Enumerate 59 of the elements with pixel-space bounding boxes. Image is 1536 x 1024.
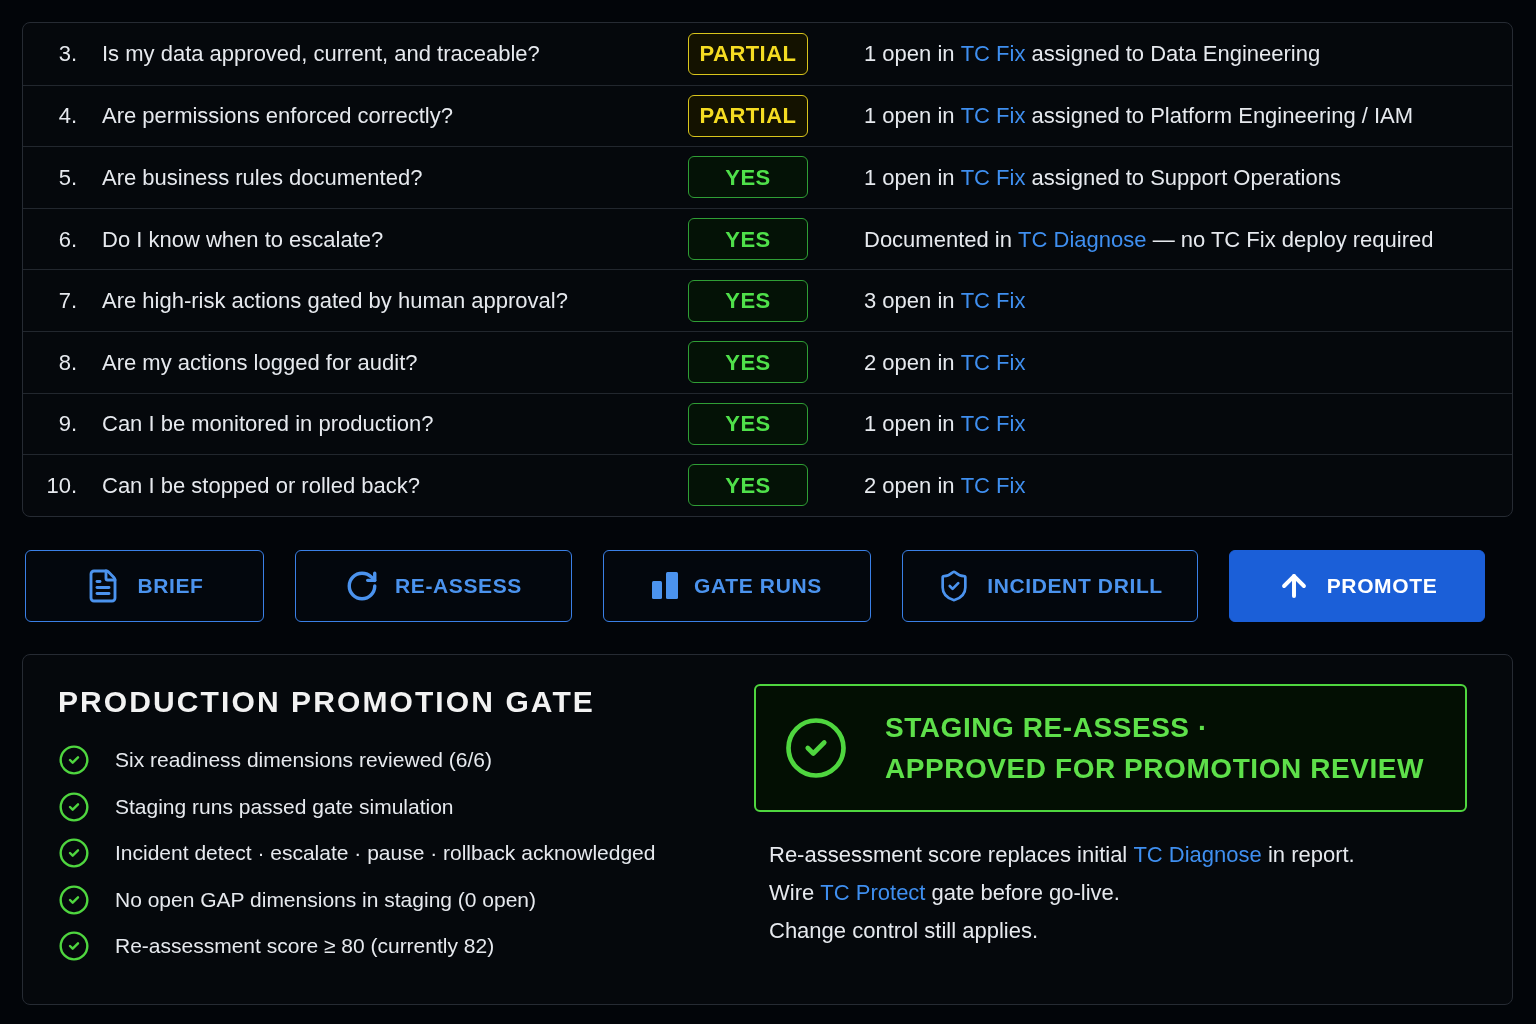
product-link[interactable]: TC Diagnose xyxy=(1018,226,1147,252)
gate-note: Change control still applies. xyxy=(769,916,1040,945)
row-number: 8. xyxy=(57,348,77,377)
checklist-item: Six readiness dimensions reviewed (6/6) xyxy=(115,747,492,774)
status-badge: YES xyxy=(688,218,808,261)
row-note: 1 open in TC Fix assigned to Data Engineering xyxy=(864,40,1321,69)
product-link[interactable]: TC Fix xyxy=(960,165,1026,190)
readiness-question: Can I be monitored in production? xyxy=(102,410,435,439)
product-link[interactable]: TC Fix xyxy=(960,288,1026,314)
bar-chart-icon xyxy=(652,572,679,600)
product-link[interactable]: TC Diagnose xyxy=(1133,841,1262,867)
panel-title: PRODUCTION PROMOTION GATE xyxy=(58,683,596,720)
action-button[interactable]: PROMOTE xyxy=(1229,549,1485,622)
readiness-question: Are my actions logged for audit? xyxy=(102,348,419,377)
readiness-question: Are high-risk actions gated by human approval? xyxy=(102,287,569,316)
action-button[interactable]: BRIEF xyxy=(25,549,264,622)
action-button[interactable]: INCIDENT DRILL xyxy=(902,549,1198,622)
product-link[interactable]: TC Fix xyxy=(960,472,1026,498)
checklist-item: Incident detect · escalate · pause · rollback acknowledged xyxy=(115,840,656,867)
row-number: 7. xyxy=(57,287,77,316)
action-button[interactable]: GATE RUNS xyxy=(603,549,871,622)
checklist-item: Re-assessment score ≥ 80 (currently 82) xyxy=(115,933,495,960)
row-number: 3. xyxy=(57,40,77,69)
row-note: 3 open in TC Fix xyxy=(864,287,1026,316)
status-badge: PARTIAL xyxy=(688,94,808,137)
action-button[interactable]: RE-ASSESS xyxy=(295,549,572,622)
row-note: 2 open in TC Fix xyxy=(864,348,1026,377)
readiness-question: Can I be stopped or rolled back? xyxy=(102,471,421,500)
row-note: 1 open in TC Fix assigned to Platform Engineering / IAM xyxy=(864,102,1414,131)
row-number: 10. xyxy=(45,471,77,500)
row-note: 1 open in TC Fix xyxy=(864,410,1026,439)
status-badge: YES xyxy=(688,341,808,384)
product-link[interactable]: TC Fix xyxy=(960,41,1026,67)
status-badge: YES xyxy=(688,156,808,199)
status-badge: YES xyxy=(688,402,808,445)
product-link[interactable]: TC Fix xyxy=(960,411,1026,437)
row-number: 4. xyxy=(57,102,77,131)
checklist-item: No open GAP dimensions in staging (0 open) xyxy=(115,886,537,913)
gate-note: Wire TC Protect gate before go-live. xyxy=(769,878,1121,907)
checklist-item: Staging runs passed gate simulation xyxy=(115,793,454,820)
gate-note: Re-assessment score replaces initial TC Diagnose in report. xyxy=(769,840,1356,869)
row-number: 6. xyxy=(57,225,77,254)
banner-text: APPROVED FOR PROMOTION REVIEW xyxy=(885,751,1424,786)
readiness-question: Is my data approved, current, and traceable? xyxy=(102,40,541,69)
row-note: Documented in TC Diagnose — no TC Fix deploy required xyxy=(864,225,1434,254)
row-number: 9. xyxy=(57,410,77,439)
product-link[interactable]: TC Protect xyxy=(820,879,926,905)
status-badge: YES xyxy=(688,279,808,322)
status-badge: YES xyxy=(688,464,808,507)
row-number: 5. xyxy=(57,164,77,192)
product-link[interactable]: TC Fix xyxy=(960,349,1026,375)
product-link[interactable]: TC Fix xyxy=(960,103,1026,129)
status-badge: PARTIAL xyxy=(688,32,808,75)
readiness-question: Are permissions enforced correctly? xyxy=(102,102,454,131)
banner-text: STAGING RE-ASSESS · xyxy=(885,710,1209,745)
row-note: 1 open in TC Fix assigned to Support Operations xyxy=(864,164,1341,192)
row-note: 2 open in TC Fix xyxy=(864,471,1026,500)
readiness-question: Are business rules documented? xyxy=(102,164,424,192)
readiness-question: Do I know when to escalate? xyxy=(102,225,385,254)
